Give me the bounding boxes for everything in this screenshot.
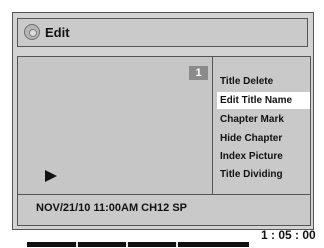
progress-divider (76, 242, 78, 247)
recording-info-bar: NOV/21/10 11:00AM CH12 SP (18, 194, 310, 225)
menu-item-index-picture[interactable]: Index Picture (217, 148, 310, 165)
menu-item-chapter-mark[interactable]: Chapter Mark (217, 111, 310, 128)
menu-item-hide-chapter[interactable]: Hide Chapter (217, 130, 310, 147)
menu-item-title-delete[interactable]: Title Delete (217, 73, 310, 90)
play-icon (45, 170, 57, 182)
screen-title: Edit (45, 25, 70, 40)
playback-footer: 1 : 05 : 00 (13, 228, 316, 248)
menu-item-title-dividing[interactable]: Title Dividing (217, 166, 310, 183)
title-number-badge: 1 (189, 66, 208, 80)
disc-icon (24, 24, 40, 40)
edit-screen: Edit 1 Title Delete Edit Title Name Chap… (12, 12, 316, 247)
progress-divider (126, 242, 128, 247)
recording-info: NOV/21/10 11:00AM CH12 SP (36, 202, 188, 214)
progress-divider (176, 242, 178, 247)
title-bar: Edit (17, 18, 308, 47)
title-preview: 1 (18, 57, 213, 194)
progress-bar[interactable] (27, 235, 249, 247)
progress-marker-icon (143, 235, 151, 240)
edit-menu: Title Delete Edit Title Name Chapter Mar… (214, 57, 311, 194)
main-frame: 1 Title Delete Edit Title Name Chapter M… (17, 56, 311, 226)
menu-item-edit-title-name[interactable]: Edit Title Name (217, 92, 310, 109)
elapsed-time: 1 : 05 : 00 (261, 228, 316, 242)
